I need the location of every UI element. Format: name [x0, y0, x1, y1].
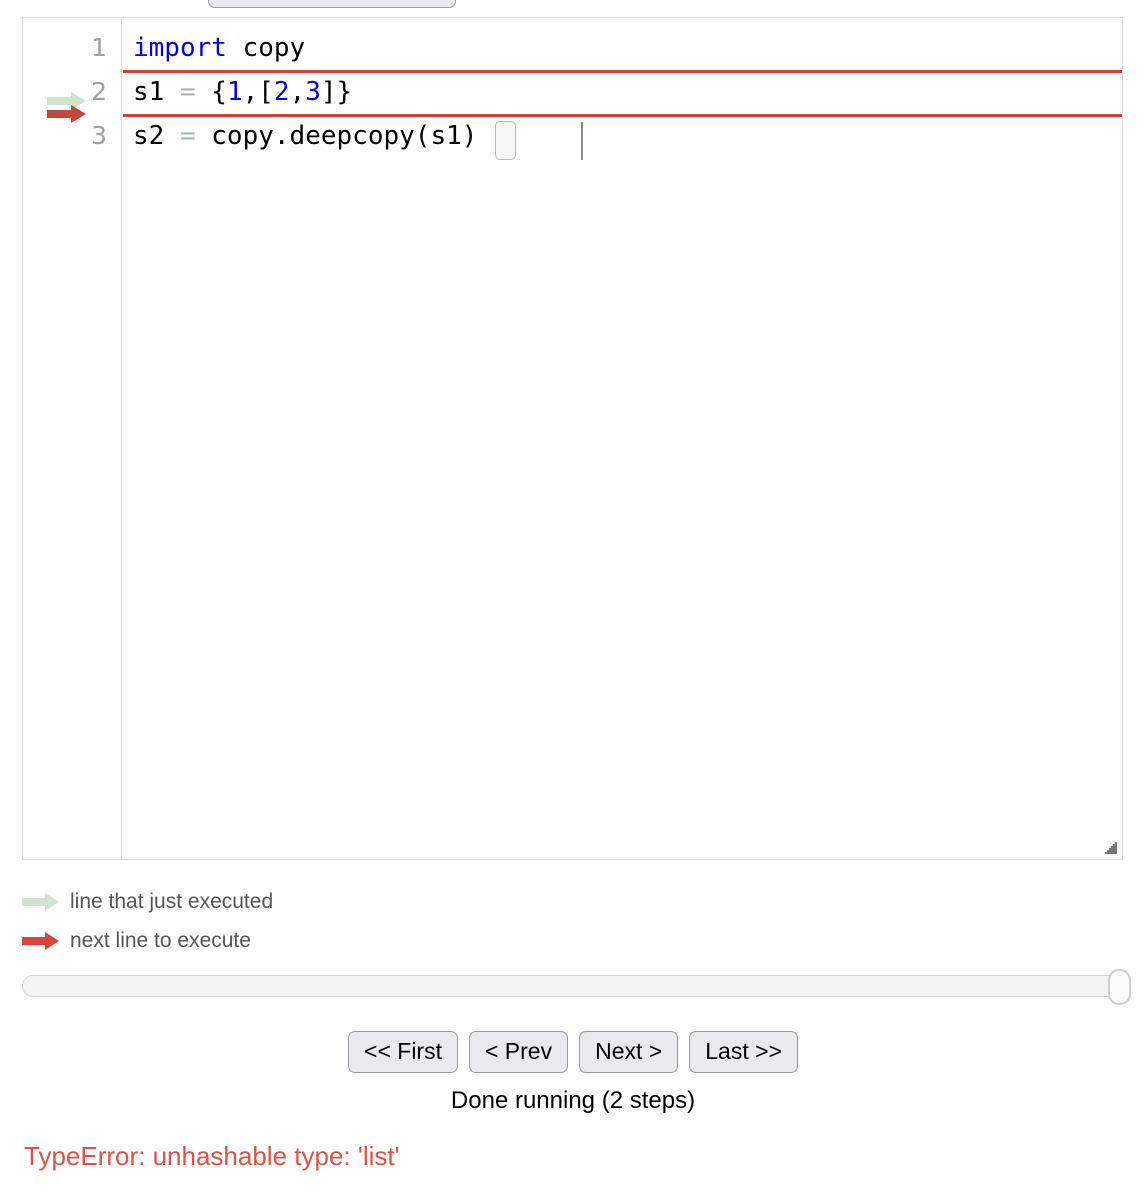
- token-number-2: 2: [273, 77, 290, 107]
- token-keyword-import: import: [133, 33, 227, 63]
- token-operator-assign-2: =: [179, 121, 196, 151]
- editor-gutter: 1 2 3: [23, 18, 122, 859]
- execution-step-slider[interactable]: [22, 969, 1131, 1005]
- next-line-arrow-icon: [47, 104, 87, 124]
- token-brace-open: {: [211, 77, 227, 107]
- legend-label-just-executed: line that just executed: [70, 889, 274, 913]
- slider-handle[interactable]: [1108, 969, 1131, 1005]
- token-number-1: 1: [226, 77, 243, 107]
- error-message: TypeError: unhashable type: 'list': [24, 1141, 400, 1171]
- bracket-match-highlight: [495, 121, 516, 160]
- code-line-1: import copy: [133, 26, 305, 70]
- pythontutor-visualizer: 1 2 3 import copy s1 = {1,[2,3]} s2 = co…: [0, 0, 1146, 1200]
- last-button[interactable]: Last >>: [689, 1031, 798, 1074]
- offscreen-top-button[interactable]: [208, 0, 456, 8]
- token-arg-s1: s1: [430, 121, 462, 151]
- step-navigation-bar: << First < Prev Next > Last >>: [0, 1031, 1146, 1074]
- legend-item-just-executed: line that just executed: [22, 882, 622, 921]
- token-module-copy: copy: [226, 33, 306, 63]
- current-line-highlight-top: [123, 70, 1122, 73]
- next-button[interactable]: Next >: [579, 1031, 679, 1074]
- code-line-3: s2 = copy.deepcopy(s1): [133, 114, 477, 158]
- editor-code-area[interactable]: import copy s1 = {1,[2,3]} s2 = copy.dee…: [123, 18, 1122, 859]
- token-var-s2: s2: [133, 121, 165, 151]
- token-paren-close: ): [461, 121, 478, 151]
- token-comma-1: ,: [242, 77, 259, 107]
- code-line-2: s1 = {1,[2,3]}: [133, 70, 352, 114]
- token-paren-open: (: [414, 121, 431, 151]
- token-call-deepcopy: copy.deepcopy: [211, 121, 415, 151]
- token-var-s1: s1: [133, 77, 165, 107]
- resize-handle[interactable]: [1102, 840, 1118, 856]
- token-operator-assign-1: =: [179, 77, 196, 107]
- token-number-3: 3: [305, 77, 321, 107]
- execution-status: Done running (2 steps): [450, 1087, 696, 1114]
- current-line-highlight-bottom: [123, 114, 1122, 117]
- just-executed-legend-arrow-icon: [22, 892, 60, 911]
- execution-legend: line that just executed next line to exe…: [22, 882, 622, 960]
- line-number-1: 1: [91, 33, 107, 62]
- next-line-legend-arrow-icon: [22, 931, 60, 950]
- text-cursor: [581, 122, 583, 160]
- token-brace-close: }: [336, 77, 353, 107]
- token-comma-2: ,: [289, 77, 306, 107]
- legend-item-next-line: next line to execute: [22, 921, 622, 960]
- code-editor[interactable]: 1 2 3 import copy s1 = {1,[2,3]} s2 = co…: [22, 17, 1123, 860]
- token-bracket-close: ]: [320, 77, 337, 107]
- prev-button[interactable]: < Prev: [468, 1031, 569, 1074]
- token-bracket-open: [: [258, 77, 274, 107]
- legend-label-next-line: next line to execute: [70, 928, 251, 952]
- first-button[interactable]: << First: [348, 1031, 458, 1074]
